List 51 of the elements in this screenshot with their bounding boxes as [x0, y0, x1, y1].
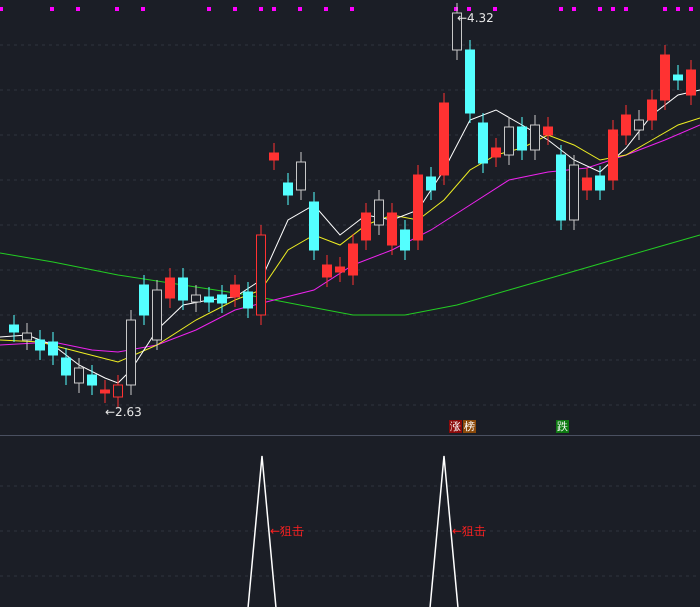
candlestick: [608, 120, 618, 190]
candlestick: [283, 172, 293, 206]
candlestick: [686, 60, 696, 106]
candlestick: [361, 202, 371, 250]
signal-tag: 涨: [449, 420, 462, 433]
candlestick: [178, 268, 188, 310]
candlestick: [296, 152, 306, 200]
low-price-label: ←2.63: [105, 405, 142, 419]
candlestick: [621, 104, 631, 146]
candlestick: [543, 116, 553, 146]
candlestick: [595, 166, 605, 200]
candlestick: [634, 110, 644, 140]
candlestick: [217, 284, 227, 314]
candlestick: [191, 284, 201, 312]
candlestick: [647, 90, 657, 130]
candlestick: [491, 138, 501, 168]
candlestick: [269, 142, 279, 170]
candlestick: [139, 274, 149, 326]
candlestick: [113, 374, 123, 408]
candlestick: [87, 364, 97, 396]
candlestick: [504, 116, 514, 166]
candlestick: [348, 234, 358, 286]
candlestick: [660, 44, 670, 110]
candlestick: [152, 280, 162, 350]
candlestick: [243, 282, 253, 318]
candlestick: [48, 332, 58, 366]
candlestick: [35, 330, 45, 360]
candlestick: [400, 220, 410, 260]
candlestick: [517, 116, 527, 160]
candlestick: [22, 322, 32, 350]
candlestick: [74, 358, 84, 394]
candlestick: [322, 254, 332, 288]
candlestick: [230, 274, 240, 308]
candlestick: [9, 314, 19, 342]
candlestick: [204, 286, 214, 312]
candlestick: [582, 168, 592, 200]
candlestick: [387, 202, 397, 256]
candlestick: [530, 114, 540, 160]
candlestick: [673, 64, 683, 90]
signal-tag: 榜: [463, 420, 476, 433]
candlestick: [309, 192, 319, 260]
candlestick: [374, 190, 384, 236]
candlestick: [478, 112, 488, 174]
candlestick: [100, 380, 110, 404]
candlestick: [61, 348, 71, 386]
candlestick: [426, 166, 436, 200]
candlestick: [335, 256, 345, 282]
signal-tag: 跌: [556, 420, 569, 433]
signal-label: ←狙击: [452, 523, 486, 540]
candlestick: [165, 268, 175, 308]
signal-label: ←狙击: [270, 523, 304, 540]
